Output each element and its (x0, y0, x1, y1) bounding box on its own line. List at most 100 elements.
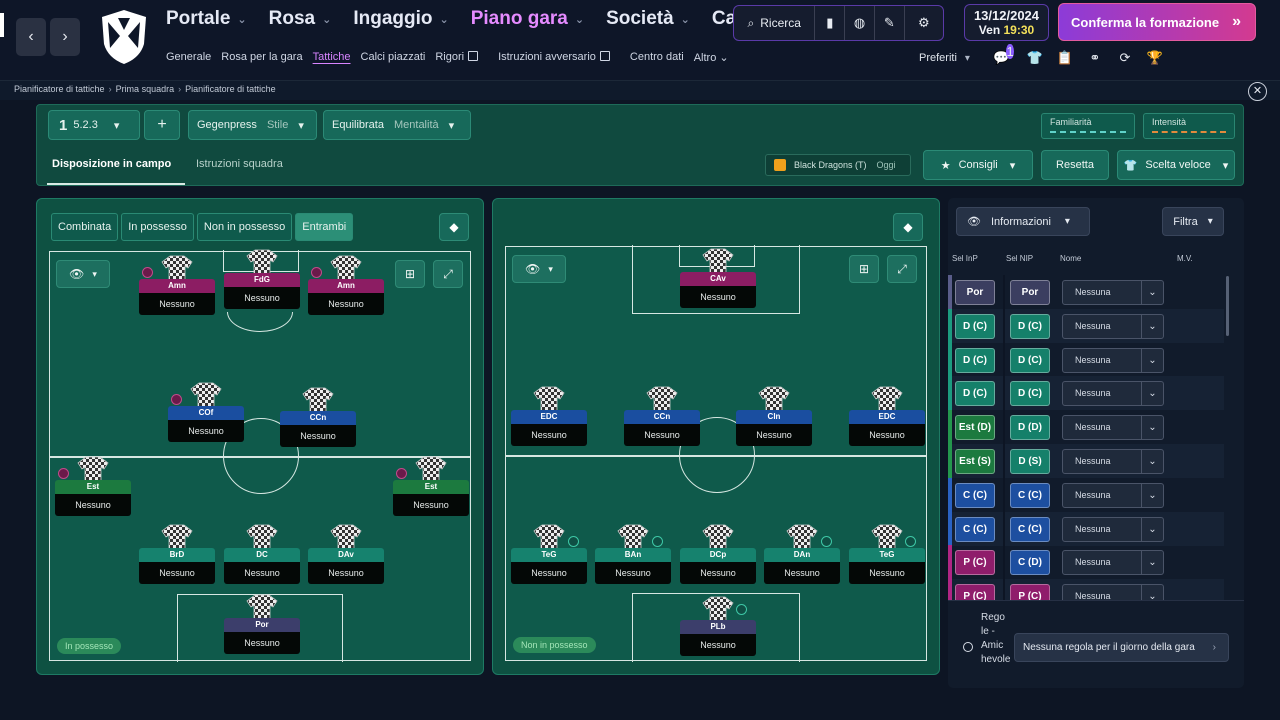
role-trait-icon (652, 536, 663, 547)
bookmark-icon[interactable]: ▮ (815, 6, 846, 40)
mentality-select[interactable]: Equilibrata Mentalità ▾ (323, 110, 471, 140)
rules-select[interactable]: Nessuna regola per il giorno della gara › (1014, 633, 1229, 662)
add-tactic-button[interactable]: + (144, 110, 180, 140)
header-name[interactable]: Nome (1060, 254, 1081, 263)
diamond-icon[interactable]: ◆ (893, 213, 923, 241)
network-icon[interactable]: ⚭ (1080, 50, 1110, 66)
player-select[interactable]: Nessuna ⌄ (1062, 381, 1164, 407)
chat-icon[interactable]: 💬1 (990, 44, 1020, 66)
chevron-down-icon: ⌄ (237, 13, 247, 26)
diamond-icon[interactable]: ◆ (439, 213, 469, 241)
phase-tab-3[interactable]: Entrambi (295, 213, 354, 241)
date-display[interactable]: 13/12/2024 Ven 19:30 (964, 4, 1049, 41)
info-select[interactable]: 👁 Informazioni ▾ (956, 207, 1090, 236)
header-sel-nip[interactable]: Sel NIP (1006, 254, 1033, 263)
sel-inp-position[interactable]: P (C) (955, 550, 995, 576)
nav-item-4[interactable]: Società ⌄ (606, 8, 690, 30)
refresh-icon[interactable]: ⟳ (1110, 50, 1140, 66)
gear-icon[interactable]: ⚙ (905, 6, 943, 40)
player-select[interactable]: Nessuna ⌄ (1062, 482, 1164, 508)
filter-button[interactable]: Filtra ▾ (1162, 207, 1224, 236)
breadcrumb-item[interactable]: Prima squadra (116, 84, 175, 94)
breadcrumb-item[interactable]: Pianificatore di tattiche (14, 84, 105, 94)
subnav-item-0[interactable]: Generale (166, 51, 211, 64)
sel-inp-position[interactable]: Est (D) (955, 415, 995, 441)
favorites-menu[interactable]: Preferiti ▾ (919, 52, 970, 64)
player-select-value: Nessuna (1075, 557, 1111, 568)
sel-inp-position[interactable]: Por (955, 280, 995, 305)
player-select[interactable]: Nessuna ⌄ (1062, 347, 1164, 373)
subnav-item-7[interactable]: Altro ⌄ (694, 51, 739, 64)
player-select[interactable]: Nessuna ⌄ (1062, 584, 1164, 600)
subnav-item-6[interactable]: Centro dati (630, 51, 684, 64)
sel-nip-position[interactable]: C (C) (1010, 516, 1050, 542)
sel-nip-position[interactable]: D (C) (1010, 347, 1050, 373)
sel-nip-position[interactable]: C (C) (1010, 482, 1050, 508)
sel-inp-position[interactable]: C (C) (955, 482, 995, 508)
player-select[interactable]: Nessuna ⌄ (1062, 449, 1164, 474)
view-toggle[interactable]: 👁 ▾ (56, 260, 110, 288)
sel-inp-position[interactable]: D (C) (955, 381, 995, 407)
subnav-item-1[interactable]: Rosa per la gara (221, 51, 302, 64)
opponent-chip[interactable]: Black Dragons (T) Oggi (765, 154, 911, 176)
subnav-item-4[interactable]: Rigori (435, 51, 488, 64)
sel-nip-position[interactable]: D (C) (1010, 313, 1050, 339)
sel-inp-position[interactable]: Est (S) (955, 449, 995, 474)
reset-button[interactable]: Resetta (1041, 150, 1109, 180)
phase-tab-2[interactable]: Non in possesso (196, 213, 293, 241)
nav-item-3[interactable]: Piano gara ⌄ (471, 8, 584, 30)
sel-nip-position[interactable]: D (S) (1010, 449, 1050, 474)
role-label: CCn (624, 410, 700, 424)
player-select[interactable]: Nessuna ⌄ (1062, 550, 1164, 576)
header-sel-inp[interactable]: Sel InP (952, 254, 978, 263)
close-icon[interactable]: ✕ (1248, 82, 1267, 101)
sel-nip-position[interactable]: C (D) (1010, 550, 1050, 576)
sel-nip-position[interactable]: Por (1010, 280, 1050, 305)
tab-team-instructions[interactable]: Istruzioni squadra (196, 158, 283, 170)
player-select[interactable]: Nessuna ⌄ (1062, 415, 1164, 441)
tactic-select[interactable]: 1 5.2.3 ▾ (48, 110, 140, 140)
tab-layout[interactable]: Disposizione in campo (52, 158, 171, 170)
advice-button[interactable]: ★ Consigli ▾ (923, 150, 1033, 180)
sel-nip-position[interactable]: P (C) (1010, 584, 1050, 600)
clipboard-icon[interactable]: 📋 (1050, 50, 1080, 66)
sel-inp-position[interactable]: D (C) (955, 313, 995, 339)
shirt-icon[interactable]: 👕 (1020, 50, 1050, 66)
sel-inp-position[interactable]: P (C) (955, 584, 995, 600)
nav-item-1[interactable]: Rosa ⌄ (269, 8, 332, 30)
expand-icon[interactable]: ⤢ (887, 255, 917, 283)
forward-button[interactable]: › (50, 18, 80, 56)
phase-tab-1[interactable]: In possesso (121, 213, 194, 241)
phase-tab-0[interactable]: Combinata (51, 213, 119, 241)
scrollbar[interactable] (1226, 276, 1229, 336)
sel-nip-position[interactable]: D (C) (1010, 381, 1050, 407)
grid-icon[interactable]: ⊞ (849, 255, 879, 283)
player-select[interactable]: Nessuna ⌄ (1062, 313, 1164, 339)
globe-icon[interactable]: ◍ (845, 6, 875, 40)
quick-pick-button[interactable]: 👕 Scelta veloce ▾ (1117, 150, 1235, 180)
info-panel: 👁 Informazioni ▾ Filtra ▾ Sel InP Sel NIP N… (948, 198, 1244, 688)
nav-item-0[interactable]: Portale ⌄ (166, 8, 247, 30)
search-button[interactable]: ⌕ Ricerca (734, 6, 816, 40)
sel-inp-position[interactable]: D (C) (955, 347, 995, 373)
view-toggle[interactable]: 👁 ▾ (512, 255, 566, 283)
subnav-item-5[interactable]: Istruzioni avversario (498, 51, 620, 64)
player-select[interactable]: Nessuna ⌄ (1062, 280, 1164, 305)
table-row: P (C) C (D) Nessuna ⌄ (948, 545, 1224, 580)
nav-item-2[interactable]: Ingaggio ⌄ (353, 8, 448, 30)
pencil-icon[interactable]: ✎ (875, 6, 905, 40)
expand-icon[interactable]: ⤢ (433, 260, 463, 288)
trophy-icon[interactable]: 🏆 (1140, 50, 1170, 66)
grid-icon[interactable]: ⊞ (395, 260, 425, 288)
subnav-item-2[interactable]: Tattiche (313, 51, 351, 64)
confirm-lineup-button[interactable]: Conferma la formazione » (1058, 3, 1256, 41)
sel-inp-position[interactable]: C (C) (955, 516, 995, 542)
header-mv[interactable]: M.V. (1177, 254, 1193, 263)
style-select[interactable]: Gegenpress Stile ▾ (188, 110, 317, 140)
sel-nip-position[interactable]: D (D) (1010, 415, 1050, 441)
role-label: Est (393, 480, 469, 494)
player-select[interactable]: Nessuna ⌄ (1062, 516, 1164, 542)
back-button[interactable]: ‹ (16, 18, 46, 56)
subnav-item-3[interactable]: Calci piazzati (361, 51, 426, 64)
breadcrumb-item[interactable]: Pianificatore di tattiche (185, 84, 276, 94)
